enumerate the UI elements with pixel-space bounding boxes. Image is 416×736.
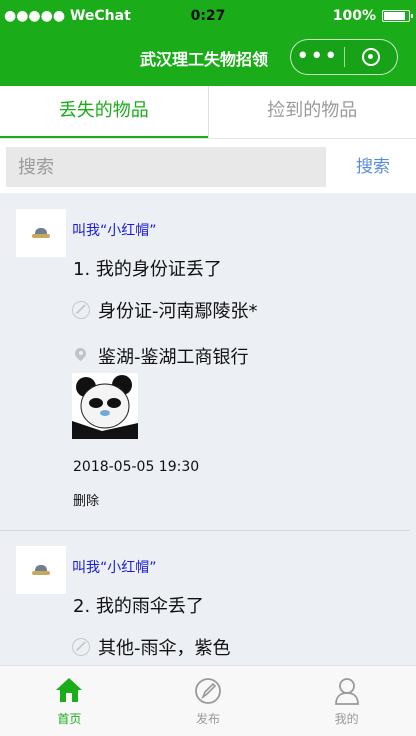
avatar[interactable] [16, 209, 66, 257]
close-miniprogram-button[interactable] [344, 48, 397, 66]
tabbar-home[interactable]: 首页 [0, 666, 139, 736]
panda-sticker-image [72, 373, 138, 439]
item-photo[interactable] [72, 373, 138, 439]
location-text: 鉴湖-鉴湖工商银行 [98, 343, 249, 369]
status-bar: ●●●●● WeChat 0:27 100% [0, 0, 416, 34]
more-menu-button[interactable]: ••• [291, 46, 344, 68]
location-icon [72, 347, 90, 365]
home-icon [54, 676, 84, 704]
tab-found-items[interactable]: 捡到的物品 [208, 86, 416, 138]
list-item[interactable]: 叫我“小红帽” 1. 我的身份证丢了 身份证-河南鄢陵张* 鉴湖-鉴湖工商银行 … [0, 193, 410, 531]
battery-icon [382, 10, 410, 22]
avatar[interactable] [16, 546, 66, 594]
tabbar-publish[interactable]: 发布 [139, 666, 278, 736]
tag-icon [72, 301, 90, 319]
category-text: 其他-雨伞，紫色 [98, 634, 231, 660]
tab-lost-items[interactable]: 丢失的物品 [0, 86, 208, 138]
tabbar-home-label: 首页 [0, 710, 139, 727]
publish-icon [193, 676, 223, 706]
miniprogram-capsule: ••• [290, 39, 398, 75]
hat-icon [32, 228, 50, 238]
page-title: 武汉理工失物招领 [140, 46, 268, 70]
item-category: 其他-雨伞，紫色 [72, 634, 231, 660]
search-bar: 搜索 [0, 139, 416, 193]
tag-icon [72, 638, 90, 656]
hat-icon [32, 565, 50, 575]
list-item[interactable]: 叫我“小红帽” 2. 我的雨伞丢了 其他-雨伞，紫色 [0, 531, 410, 665]
battery-percent: 100% [333, 8, 376, 24]
tabbar-publish-label: 发布 [139, 710, 278, 727]
author-nickname[interactable]: 叫我“小红帽” [72, 557, 157, 577]
bottom-tab-bar: 首页 发布 我的 [0, 665, 416, 736]
item-location: 鉴湖-鉴湖工商银行 [72, 343, 249, 369]
delete-button[interactable]: 删除 [73, 490, 99, 509]
category-tabs: 丢失的物品 捡到的物品 [0, 86, 416, 139]
profile-icon [332, 676, 362, 706]
item-title: 2. 我的雨伞丢了 [73, 592, 204, 618]
post-list[interactable]: 叫我“小红帽” 1. 我的身份证丢了 身份证-河南鄢陵张* 鉴湖-鉴湖工商银行 … [0, 193, 416, 665]
close-icon [362, 48, 380, 66]
search-input[interactable] [6, 147, 326, 187]
tabbar-profile-label: 我的 [277, 710, 416, 727]
tabbar-profile[interactable]: 我的 [277, 666, 416, 736]
search-button[interactable]: 搜索 [338, 147, 408, 187]
category-text: 身份证-河南鄢陵张* [98, 297, 258, 323]
item-category: 身份证-河南鄢陵张* [72, 297, 258, 323]
item-title: 1. 我的身份证丢了 [73, 255, 222, 281]
post-time: 2018-05-05 19:30 [73, 459, 199, 475]
navigation-bar: ●●●●● WeChat 0:27 100% 武汉理工失物招领 ••• [0, 0, 416, 86]
author-nickname[interactable]: 叫我“小红帽” [72, 220, 157, 240]
